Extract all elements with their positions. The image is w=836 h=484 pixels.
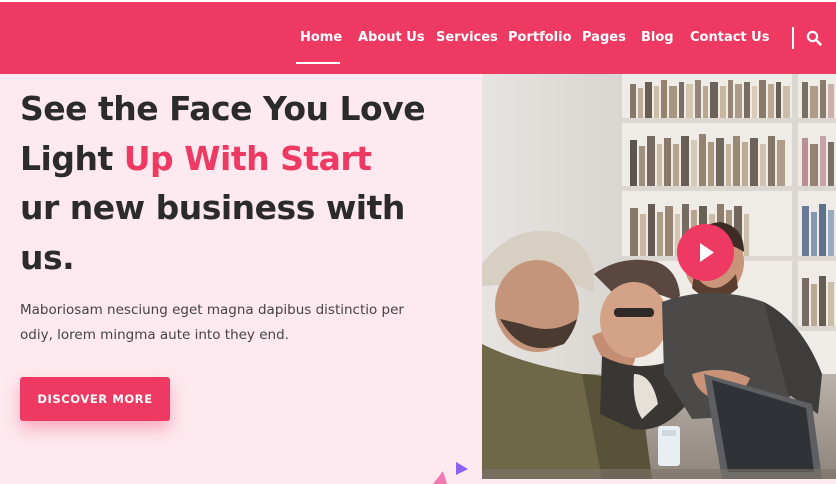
hero-title-line-1: See the Face You Love	[20, 89, 426, 128]
main-nav: Home About Us Services Portfolio Pages B…	[0, 2, 836, 74]
nav-item-services[interactable]: Services	[436, 30, 498, 50]
hero-title-accent: Up With Start	[123, 138, 372, 178]
site-header: Home About Us Services Portfolio Pages B…	[0, 2, 836, 74]
nav-divider	[792, 27, 794, 49]
nav-item-portfolio[interactable]: Portfolio	[508, 30, 572, 50]
nav-active-indicator	[296, 62, 340, 64]
hero-photo-illustration	[482, 74, 836, 479]
hero-title-line-3: ur new business with	[20, 188, 405, 227]
nav-item-contact-us[interactable]: Contact Us	[690, 30, 769, 50]
hero-photo	[482, 74, 836, 479]
discover-more-button[interactable]: DISCOVER MORE	[20, 377, 170, 421]
hero-title-line-2-prefix: Light	[20, 138, 124, 178]
nav-item-blog[interactable]: Blog	[641, 30, 674, 50]
hero-title-line-4: us.	[20, 237, 75, 277]
decorative-triangle-pink	[433, 471, 447, 484]
hero-description: Maboriosam nesciung eget magna dapibus d…	[20, 302, 404, 343]
decorative-triangle-purple	[456, 462, 468, 475]
hero-title: See the Face You Love Light Up With Star…	[20, 84, 460, 282]
nav-item-home[interactable]: Home	[300, 30, 342, 50]
nav-item-about-us[interactable]: About Us	[358, 30, 425, 50]
nav-item-pages[interactable]: Pages	[582, 30, 626, 50]
search-icon[interactable]	[806, 30, 822, 46]
play-icon[interactable]	[677, 224, 734, 281]
